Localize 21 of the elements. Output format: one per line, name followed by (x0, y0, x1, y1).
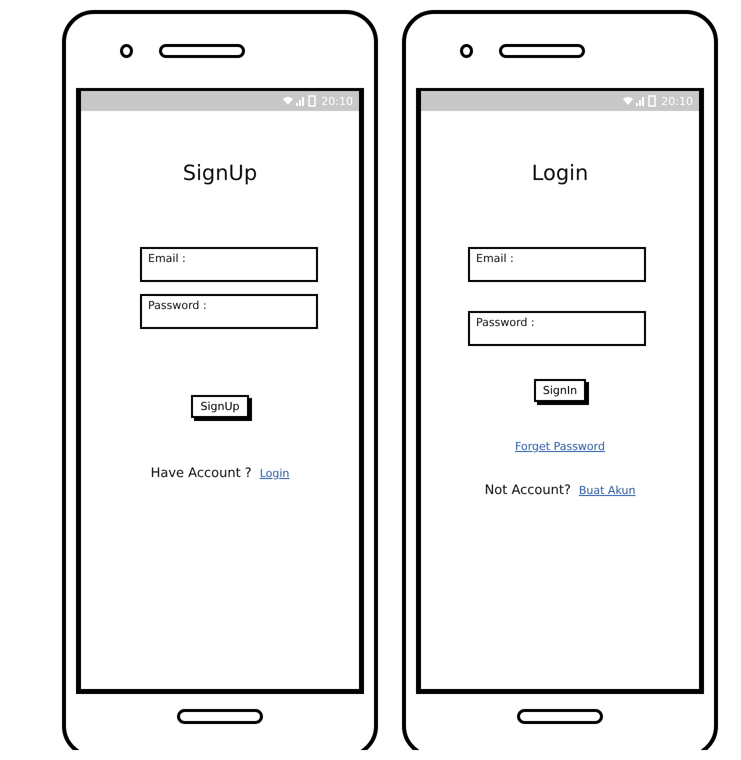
link[interactable]: Forget Password (515, 440, 605, 453)
submit-button[interactable]: SignUp (191, 395, 249, 418)
prompt-text: Have Account ? (150, 466, 252, 481)
link[interactable]: Login (260, 467, 290, 480)
camera-icon (460, 44, 473, 58)
speaker-icon (499, 44, 585, 58)
status-icons-drawing (622, 95, 658, 107)
input-field[interactable]: Password : (140, 294, 318, 329)
submit-button[interactable]: SignIn (534, 379, 586, 402)
camera-icon (120, 44, 133, 58)
link[interactable]: Buat Akun (578, 484, 636, 497)
screen-title: SignUp (182, 161, 258, 185)
speaker-icon (159, 44, 245, 58)
status-icons-drawing (282, 95, 318, 107)
home-button[interactable] (517, 708, 603, 724)
input-field[interactable]: Password : (468, 311, 646, 346)
input-field[interactable]: Email : (468, 247, 646, 282)
home-button[interactable] (177, 708, 263, 724)
screen-title: Login (530, 161, 590, 185)
input-field[interactable]: Email : (140, 247, 318, 282)
prompt-text: Not Account? (484, 483, 571, 498)
